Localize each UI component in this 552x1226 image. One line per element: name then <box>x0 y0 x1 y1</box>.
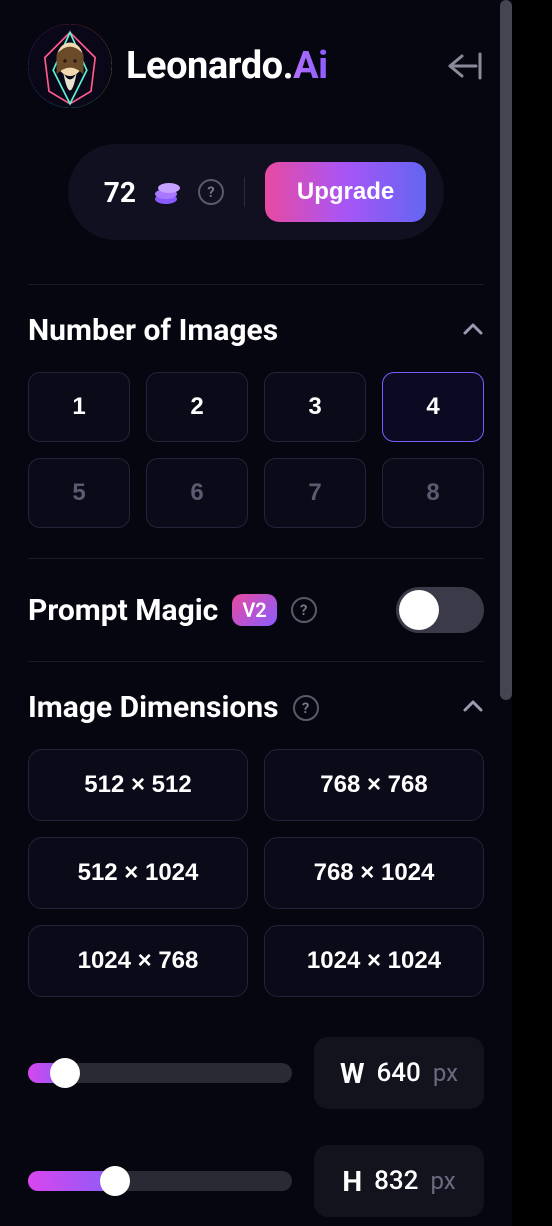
num-option-4[interactable]: 4 <box>382 372 484 442</box>
slider-knob[interactable] <box>50 1058 80 1088</box>
num-option-3[interactable]: 3 <box>264 372 366 442</box>
height-letter: H <box>342 1165 362 1198</box>
prompt-magic-row: Prompt Magic V2 ? <box>28 559 484 661</box>
scrollbar[interactable] <box>500 0 512 700</box>
num-option-5[interactable]: 5 <box>28 458 130 528</box>
dim-preset[interactable]: 768 × 1024 <box>264 837 484 909</box>
header: Leonardo.Ai <box>28 24 484 108</box>
section-header-num-images[interactable]: Number of Images <box>28 285 484 372</box>
toggle-knob <box>399 590 439 630</box>
section-title: Number of Images <box>28 313 278 348</box>
num-images-grid: 1 2 3 4 5 6 7 8 <box>28 372 484 528</box>
dim-preset[interactable]: 768 × 768 <box>264 749 484 821</box>
height-slider-row: H 832 px <box>28 1145 484 1217</box>
num-option-2[interactable]: 2 <box>146 372 248 442</box>
height-value-box: H 832 px <box>314 1145 484 1217</box>
help-icon[interactable]: ? <box>198 179 224 205</box>
upgrade-button[interactable]: Upgrade <box>265 162 426 222</box>
avatar <box>28 24 112 108</box>
chevron-up-icon <box>462 321 484 340</box>
num-option-7[interactable]: 7 <box>264 458 366 528</box>
width-letter: W <box>340 1057 365 1090</box>
section-title: Prompt Magic <box>28 593 218 628</box>
prompt-magic-toggle[interactable] <box>396 587 484 633</box>
section-header-dimensions[interactable]: Image Dimensions ? <box>28 662 484 749</box>
brand-text: Leonardo. <box>126 44 293 88</box>
num-option-6[interactable]: 6 <box>146 458 248 528</box>
width-slider-row: W 640 px <box>28 1037 484 1109</box>
num-option-8[interactable]: 8 <box>382 458 484 528</box>
height-value[interactable]: 832 <box>374 1166 418 1196</box>
height-slider[interactable] <box>28 1171 292 1191</box>
coins-icon <box>152 177 182 207</box>
credits-count: 72 <box>104 176 136 209</box>
dim-preset[interactable]: 512 × 1024 <box>28 837 248 909</box>
divider <box>244 177 245 207</box>
version-badge: V2 <box>232 594 276 626</box>
help-icon[interactable]: ? <box>291 597 317 623</box>
chevron-up-icon <box>462 698 484 717</box>
dim-preset[interactable]: 1024 × 1024 <box>264 925 484 997</box>
height-unit: px <box>430 1167 455 1195</box>
num-option-1[interactable]: 1 <box>28 372 130 442</box>
dim-preset[interactable]: 1024 × 768 <box>28 925 248 997</box>
brand-suffix: Ai <box>293 44 328 88</box>
dimensions-grid: 512 × 512 768 × 768 512 × 1024 768 × 102… <box>28 749 484 997</box>
help-icon[interactable]: ? <box>293 695 319 721</box>
slider-knob[interactable] <box>100 1166 130 1196</box>
width-unit: px <box>433 1059 458 1087</box>
credits-pill: 72 ? Upgrade <box>68 144 445 240</box>
collapse-panel-icon[interactable] <box>444 50 484 82</box>
section-title: Image Dimensions <box>28 690 279 725</box>
width-slider[interactable] <box>28 1063 292 1083</box>
width-value[interactable]: 640 <box>376 1058 420 1088</box>
dim-preset[interactable]: 512 × 512 <box>28 749 248 821</box>
brand-name: Leonardo.Ai <box>126 44 328 88</box>
width-value-box: W 640 px <box>314 1037 484 1109</box>
